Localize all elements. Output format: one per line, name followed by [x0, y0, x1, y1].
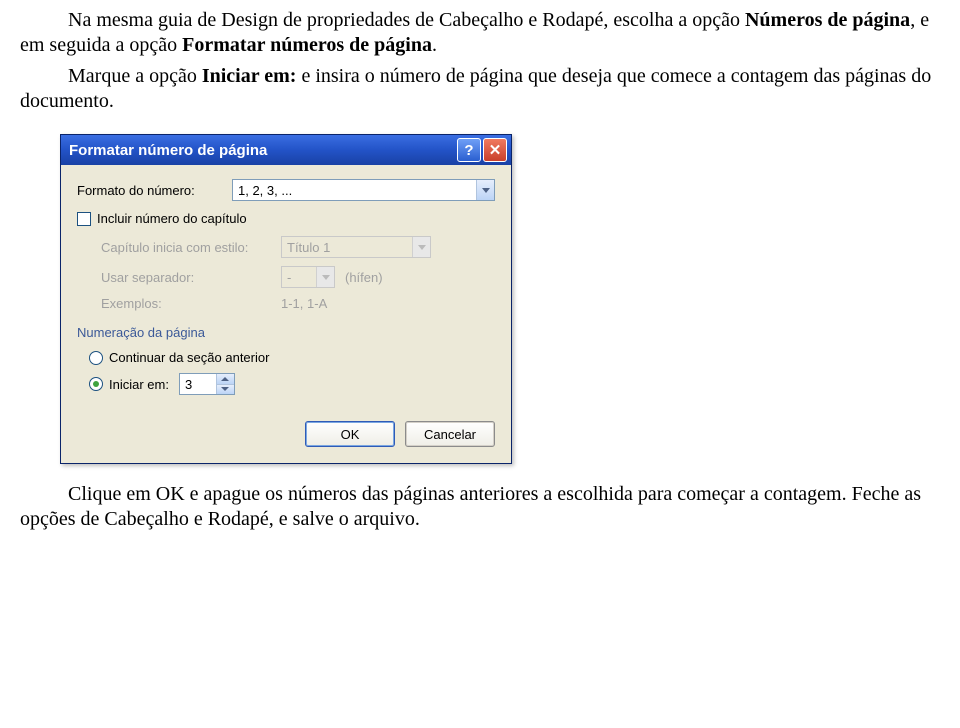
spinner-up-button[interactable]: [217, 374, 234, 384]
row-include-chapter[interactable]: Incluir número do capítulo: [77, 211, 495, 226]
spinner-controls: [216, 374, 234, 394]
dialog-format-page-number: Formatar número de página ? ✕ Formato do…: [60, 134, 512, 464]
text: .: [432, 34, 437, 56]
spinner-start-at[interactable]: 3: [179, 373, 235, 395]
dialog-buttons: OK Cancelar: [77, 421, 495, 447]
radio-label: Iniciar em:: [109, 377, 169, 392]
paragraph-2: Marque a opção Iniciar em: e insira o nú…: [20, 64, 940, 114]
close-icon: ✕: [489, 141, 502, 159]
radio-icon: [89, 377, 103, 391]
text-bold: Iniciar em:: [202, 65, 297, 87]
radio-icon: [89, 351, 103, 365]
checkbox-include-chapter[interactable]: [77, 212, 91, 226]
label-include-chapter: Incluir número do capítulo: [97, 211, 247, 226]
help-button[interactable]: ?: [457, 138, 481, 162]
close-button[interactable]: ✕: [483, 138, 507, 162]
document-body-continued: Clique em OK e apague os números das pág…: [0, 474, 960, 542]
combo-value: Título 1: [287, 240, 412, 255]
paragraph-3: Clique em OK e apague os números das pág…: [20, 482, 940, 532]
combo-chapter-style: Título 1: [281, 236, 431, 258]
radio-continue-previous[interactable]: Continuar da seção anterior: [89, 350, 495, 365]
radio-label: Continuar da seção anterior: [109, 350, 269, 365]
text-bold: Números de página: [745, 9, 910, 31]
dialog-title: Formatar número de página: [69, 142, 455, 159]
section-page-numbering: Numeração da página: [77, 325, 495, 340]
chevron-down-icon: [476, 180, 494, 200]
label-chapter-style: Capítulo inicia com estilo:: [101, 240, 281, 255]
button-label: Cancelar: [424, 427, 476, 442]
document-body: Na mesma guia de Design de propriedades …: [0, 0, 960, 124]
separator-hint: (hífen): [345, 270, 383, 285]
cancel-button[interactable]: Cancelar: [405, 421, 495, 447]
text: Marque a opção: [68, 65, 202, 87]
label-number-format: Formato do número:: [77, 183, 232, 198]
label-separator: Usar separador:: [101, 270, 281, 285]
text: Na mesma guia de Design de propriedades …: [68, 9, 745, 31]
button-label: OK: [341, 427, 360, 442]
chapter-options: Capítulo inicia com estilo: Título 1 Usa…: [101, 236, 495, 311]
help-icon: ?: [464, 142, 473, 159]
chevron-down-icon: [221, 387, 229, 391]
combo-separator: -: [281, 266, 335, 288]
row-number-format: Formato do número: 1, 2, 3, ...: [77, 179, 495, 201]
label-examples: Exemplos:: [101, 296, 281, 311]
spinner-value: 3: [180, 374, 216, 394]
radio-start-at[interactable]: Iniciar em: 3: [89, 373, 495, 395]
combo-value: 1, 2, 3, ...: [238, 183, 476, 198]
combo-value: -: [287, 270, 316, 285]
spinner-down-button[interactable]: [217, 384, 234, 395]
examples-value: 1-1, 1-A: [281, 296, 327, 311]
combo-number-format[interactable]: 1, 2, 3, ...: [232, 179, 495, 201]
chevron-down-icon: [412, 237, 430, 257]
dialog-body: Formato do número: 1, 2, 3, ... Incluir …: [61, 165, 511, 463]
chevron-up-icon: [221, 377, 229, 381]
titlebar[interactable]: Formatar número de página ? ✕: [61, 135, 511, 165]
ok-button[interactable]: OK: [305, 421, 395, 447]
paragraph-1: Na mesma guia de Design de propriedades …: [20, 8, 940, 58]
chevron-down-icon: [316, 267, 334, 287]
text-bold: Formatar números de página: [182, 34, 432, 56]
